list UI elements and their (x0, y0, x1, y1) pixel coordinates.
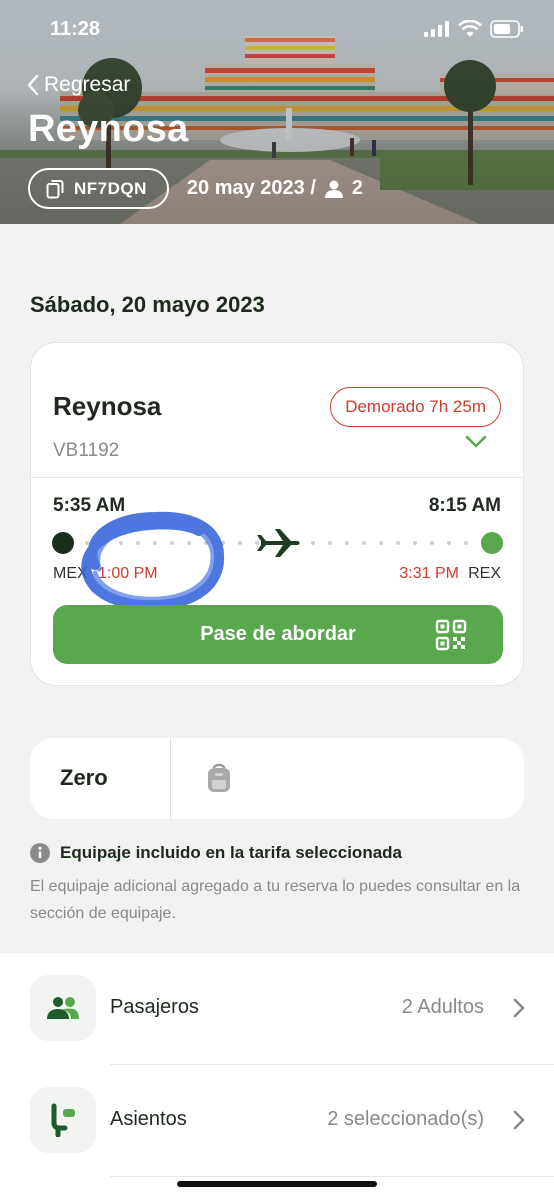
baggage-info: Equipaje incluido en la tarifa seleccion… (30, 843, 524, 927)
origin-code: MEX (53, 565, 88, 582)
fare-card: Zero (30, 738, 524, 819)
booking-summary: NF7DQN 20 may 2023 / 2 (28, 168, 363, 209)
destination-code: REX (468, 565, 501, 582)
baggage-info-title: Equipaje incluido en la tarifa seleccion… (60, 843, 402, 862)
seat-icon (51, 1103, 75, 1137)
status-badge: Demorado 7h 25m (330, 387, 501, 427)
fare-name: Zero (60, 765, 108, 790)
qr-code-icon (435, 619, 467, 651)
list-item-passengers[interactable]: Pasajeros 2 Adultos (0, 953, 554, 1063)
passenger-count: 2 (351, 177, 364, 199)
status-time: 11:28 (50, 18, 101, 40)
battery-icon (490, 20, 523, 38)
status-icons (424, 20, 524, 38)
baggage-info-text: El equipaje adicional agregado a tu rese… (30, 878, 521, 922)
trip-info: 20 may 2023 / 2 (187, 177, 363, 200)
flight-number: VB1192 (53, 440, 120, 461)
flight-card: Reynosa VB1192 Demorado 7h 25m 5:35 AM 8… (30, 342, 524, 686)
chevron-right-icon (513, 1110, 525, 1130)
home-indicator (177, 1181, 377, 1187)
booking-details-list: Pasajeros 2 Adultos Asientos 2 seleccion… (0, 953, 554, 1200)
departure-time: 5:35 AM (53, 495, 126, 516)
chevron-left-icon (27, 74, 39, 96)
booking-code-copy-button[interactable]: NF7DQN (28, 168, 169, 209)
arrival-time: 8:15 AM (428, 495, 501, 516)
list-item-value: 2 Adultos (401, 996, 484, 1018)
info-icon (30, 843, 50, 863)
airplane-icon (257, 529, 300, 557)
header-hero: 11:28 Regresar Reynosa NF7DQN 20 may 202… (0, 0, 554, 224)
trip-date: 20 may 2023 / (186, 177, 316, 199)
list-item-value: 2 seleccionado(s) (327, 1108, 484, 1130)
annotation-circle (81, 511, 225, 611)
cellular-signal-icon (424, 21, 449, 37)
status-bar: 11:28 (0, 0, 554, 60)
page-title: Reynosa (28, 108, 189, 150)
new-departure-time: 1:00 PM (98, 565, 158, 582)
chevron-right-icon (513, 998, 525, 1018)
new-arrival-time: 3:31 PM (399, 565, 459, 582)
list-item-label: Asientos (110, 1108, 187, 1130)
boarding-pass-label: Pase de abordar (200, 623, 356, 645)
boarding-pass-button[interactable]: Pase de abordar (53, 605, 503, 664)
wifi-icon (458, 20, 482, 37)
back-label: Regresar (44, 73, 131, 96)
back-button[interactable]: Regresar (26, 73, 130, 97)
booking-code: NF7DQN (74, 178, 147, 198)
flight-date-heading: Sábado, 20 mayo 2023 (30, 292, 265, 317)
list-item-label: Pasajeros (110, 996, 199, 1018)
flight-destination: Reynosa (53, 391, 162, 421)
passengers-icon (47, 997, 79, 1019)
flight-route-line (52, 529, 503, 557)
chevron-down-icon[interactable] (465, 435, 487, 449)
list-item-seats[interactable]: Asientos 2 seleccionado(s) (0, 1065, 554, 1175)
copy-icon (46, 179, 64, 198)
person-icon (324, 180, 343, 198)
backpack-icon (208, 763, 230, 792)
